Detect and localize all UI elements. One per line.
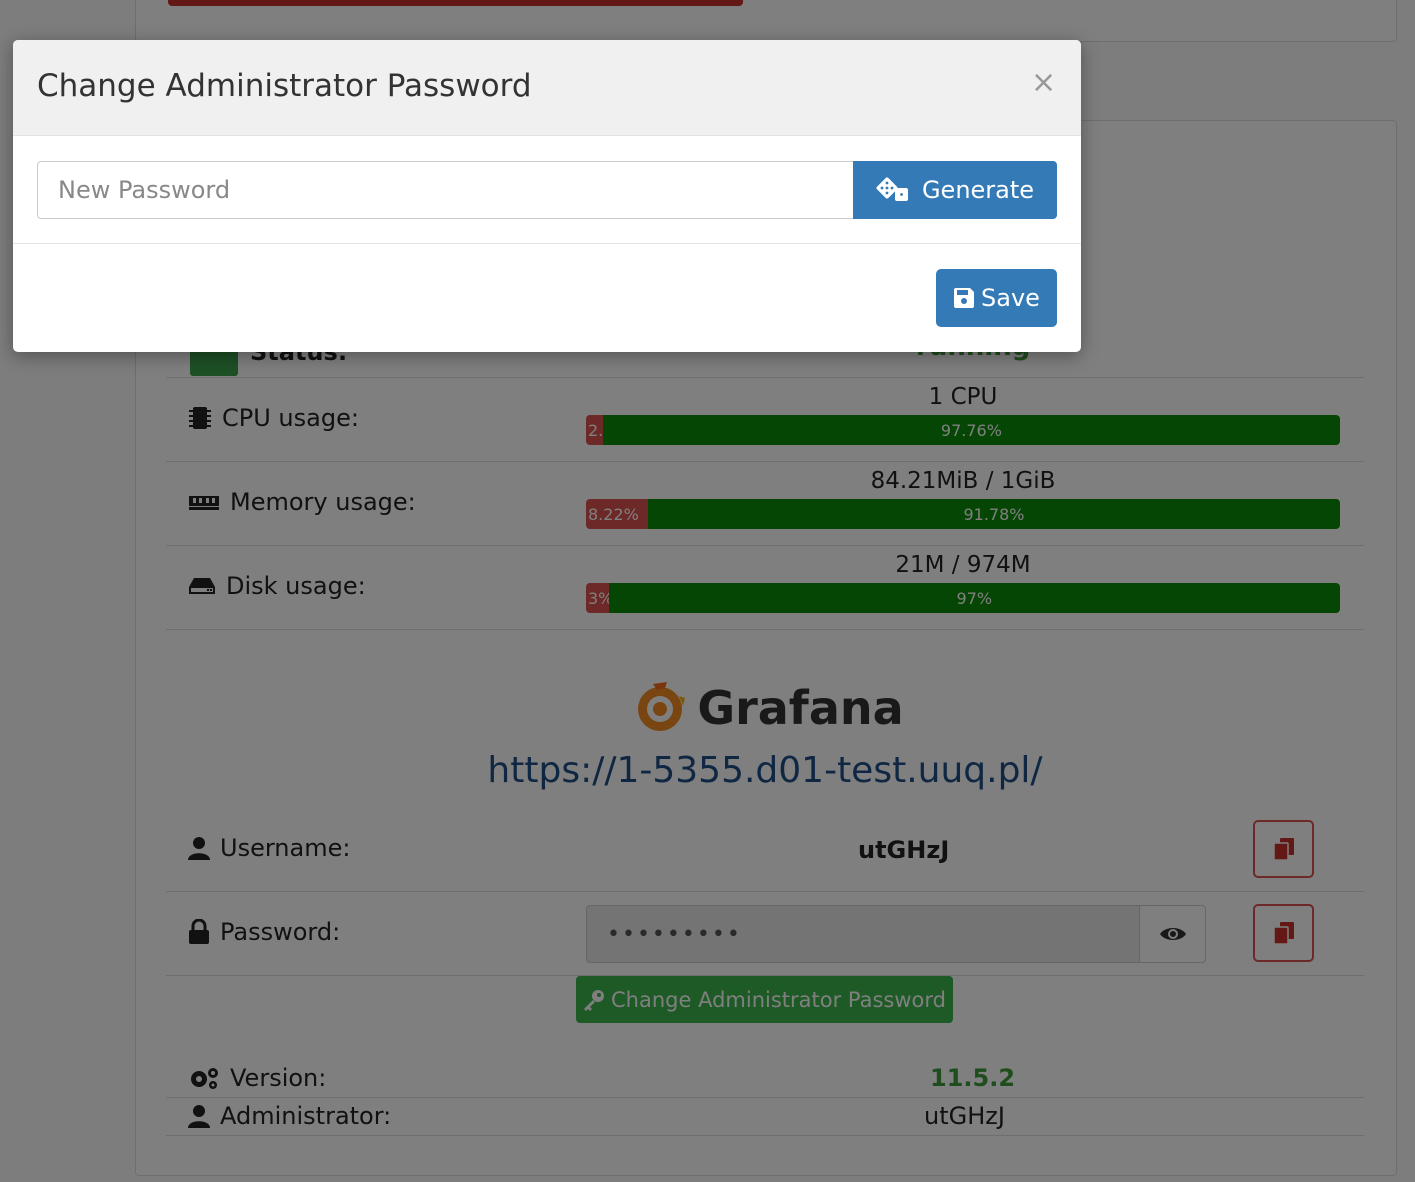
modal-title: Change Administrator Password <box>37 68 532 104</box>
close-icon[interactable]: × <box>1031 68 1056 98</box>
change-password-modal: Change Administrator Password × New Pass… <box>13 40 1081 352</box>
generate-label: Generate <box>921 176 1035 204</box>
new-password-input[interactable]: New Password <box>37 161 854 219</box>
modal-header: Change Administrator Password × <box>13 40 1081 136</box>
modal-body: New Password Generate <box>13 136 1081 244</box>
save-icon <box>954 288 975 308</box>
save-button[interactable]: Save <box>936 269 1057 327</box>
save-label: Save <box>981 284 1040 312</box>
dice-icon <box>876 177 908 201</box>
modal-footer: Save <box>13 244 1081 352</box>
generate-button[interactable]: Generate <box>853 161 1057 219</box>
